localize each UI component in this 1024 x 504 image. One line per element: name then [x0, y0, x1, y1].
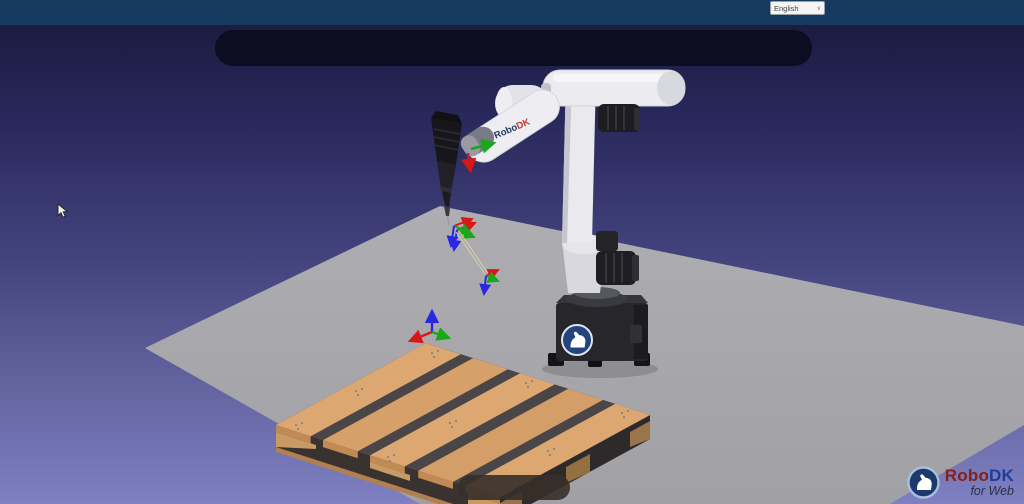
- 3d-viewport[interactable]: RoboDK: [0, 25, 1024, 504]
- 3d-scene: RoboDK: [0, 25, 1024, 504]
- language-select[interactable]: English ∨: [770, 1, 825, 15]
- mouse-cursor: [56, 203, 70, 219]
- watermark-robo: Robo: [945, 466, 989, 485]
- viewport-toolbar: [215, 30, 812, 66]
- view-controls-pill: [458, 475, 570, 500]
- robodk-watermark-icon: [907, 466, 940, 499]
- spindle-tool[interactable]: [431, 111, 462, 225]
- chevron-down-icon: ∨: [817, 5, 821, 12]
- robodk-for-web-watermark: RoboDK for Web: [907, 466, 1014, 499]
- watermark-dk: DK: [989, 466, 1014, 485]
- watermark-subtitle: for Web: [970, 485, 1014, 498]
- top-navbar: English ∨: [0, 0, 1024, 25]
- language-value: English: [774, 4, 799, 13]
